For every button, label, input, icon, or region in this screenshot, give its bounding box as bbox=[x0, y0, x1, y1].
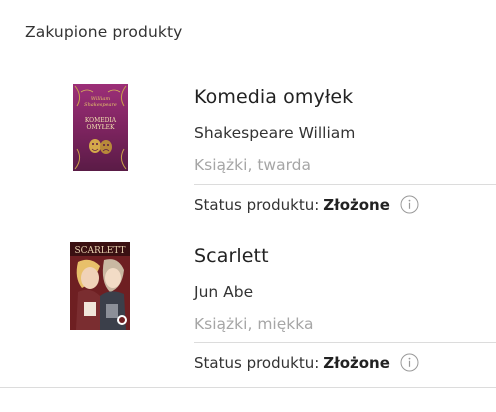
status-label: Status produktu: bbox=[194, 353, 320, 372]
product-format: Książki, miękka bbox=[194, 315, 314, 333]
divider bbox=[194, 184, 496, 185]
info-icon[interactable] bbox=[400, 353, 419, 372]
status-value: Złożone bbox=[323, 353, 390, 372]
info-icon[interactable] bbox=[400, 195, 419, 214]
product-title[interactable]: Scarlett bbox=[194, 245, 269, 267]
product-status: Status produktu: Złożone bbox=[194, 353, 419, 372]
section-title: Zakupione produkty bbox=[25, 23, 183, 41]
product-status: Status produktu: Złożone bbox=[194, 195, 419, 214]
list-bottom-divider bbox=[0, 387, 496, 388]
product-author[interactable]: Jun Abe bbox=[194, 283, 253, 301]
product-author[interactable]: Shakespeare William bbox=[194, 124, 355, 142]
product-format: Książki, twarda bbox=[194, 156, 312, 174]
svg-text:SCARLETT: SCARLETT bbox=[74, 246, 125, 256]
product-title[interactable]: Komedia omyłek bbox=[194, 86, 353, 108]
book-cover-image[interactable]: SCARLETT bbox=[70, 242, 130, 330]
svg-text:OMYŁEK: OMYŁEK bbox=[87, 124, 115, 131]
svg-text:Shakespeare: Shakespeare bbox=[84, 102, 117, 108]
status-value: Złożone bbox=[323, 195, 390, 214]
status-label: Status produktu: bbox=[194, 195, 320, 214]
book-cover-image[interactable]: William Shakespeare KOMEDIA OMYŁEK bbox=[73, 84, 128, 171]
svg-text:KOMEDIA: KOMEDIA bbox=[85, 117, 117, 124]
divider bbox=[194, 342, 496, 343]
